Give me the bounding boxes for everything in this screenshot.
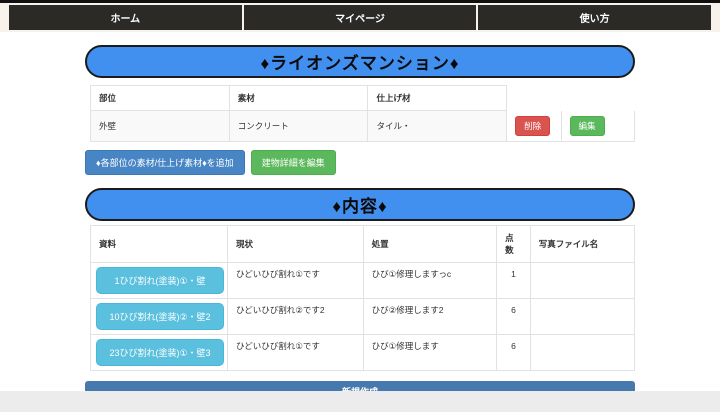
photo-filename-cell [529,334,636,371]
document-cell: 1ひび割れ(塗装)①・壁 [90,262,228,299]
delete-button[interactable]: 削除 [515,116,551,136]
column-header-finish: 仕上げ材 [367,85,508,111]
table-row: 1ひび割れ(塗装)①・壁 ひどいひび割れ①です ひび①修理しますっc 1 [90,262,636,299]
main-nav: ホーム マイページ 使い方 [0,3,720,32]
photo-filename-cell [529,262,636,299]
column-header-photo-filename: 写真ファイル名 [529,225,636,263]
add-material-button[interactable]: ♦各部位の素材/仕上げ素材♦を追加 [85,150,245,175]
current-state-cell: ひどいひび割れ①です [227,334,364,371]
column-header-empty-1 [506,85,562,111]
points-cell: 6 [496,298,531,335]
document-cell: 23ひび割れ(塗装)①・壁3 [90,334,228,371]
table-row: 外壁 コンクリート タイル・ 削除 編集 [90,110,636,142]
current-state-cell: ひどいひび割れ①です [227,262,364,299]
column-header-part: 部位 [90,85,230,111]
column-header-points: 点数 [496,225,531,263]
content-table-header-row: 資料 現状 処置 点数 写真ファイル名 [90,225,636,263]
building-parts-table: 部位 素材 仕上げ材 外壁 コンクリート タイル・ 削除 編集 [90,85,636,142]
current-state-cell: ひどいひび割れ②です2 [227,298,364,335]
document-cell: 10ひび割れ(塗装)②・壁2 [90,298,228,335]
edit-building-details-button[interactable]: 建物詳細を編集 [250,150,336,175]
column-header-document: 資料 [90,225,228,263]
column-header-treatment: 処置 [362,225,498,263]
points-cell: 6 [496,334,531,371]
page-body: ♦ライオンズマンション♦ 部位 素材 仕上げ材 外壁 コンクリート タイル・ 削… [0,45,720,412]
document-button[interactable]: 10ひび割れ(塗装)②・壁2 [96,303,224,330]
building-actions: ♦各部位の素材/仕上げ素材♦を追加 建物詳細を編集 [85,150,635,175]
finish-cell: タイル・ [367,110,508,142]
nav-item-home[interactable]: ホーム [9,5,242,30]
treatment-cell: ひび①修理します [362,334,498,371]
document-button[interactable]: 23ひび割れ(塗装)①・壁3 [96,339,224,366]
material-cell: コンクリート [228,110,369,142]
nav-item-howto[interactable]: 使い方 [478,5,712,30]
photo-filename-cell [529,298,636,335]
building-table-header-row: 部位 素材 仕上げ材 [90,85,636,111]
treatment-cell: ひび②修理します2 [362,298,498,335]
part-cell: 外壁 [90,110,230,142]
content-title-banner: ♦内容♦ [85,188,635,221]
table-row: 10ひび割れ(塗装)②・壁2 ひどいひび割れ②です2 ひび②修理します2 6 [90,298,636,335]
column-header-current: 現状 [227,225,364,263]
delete-cell: 削除 [506,110,562,142]
column-header-empty-2 [560,85,636,111]
column-header-material: 素材 [228,85,369,111]
window-bottom-edge [0,391,720,412]
table-row: 23ひび割れ(塗装)①・壁3 ひどいひび割れ①です ひび①修理します 6 [90,334,636,371]
nav-item-mypage[interactable]: マイページ [243,5,477,30]
building-title-banner: ♦ライオンズマンション♦ [85,45,635,78]
points-cell: 1 [496,262,531,299]
document-button[interactable]: 1ひび割れ(塗装)①・壁 [96,267,224,294]
edit-button[interactable]: 編集 [569,116,605,136]
edit-cell: 編集 [560,110,636,142]
treatment-cell: ひび①修理しますっc [362,262,498,299]
content-table: 資料 現状 処置 点数 写真ファイル名 1ひび割れ(塗装)①・壁 ひどいひび割れ… [90,225,636,371]
